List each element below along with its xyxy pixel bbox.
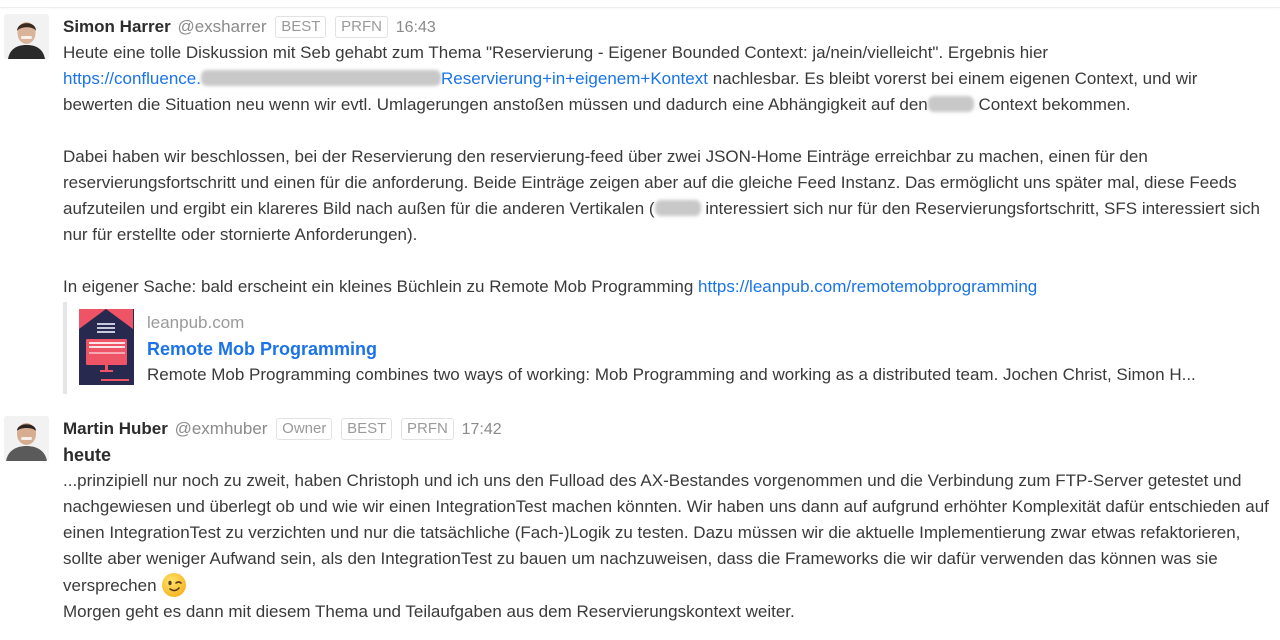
badge-owner: Owner xyxy=(276,418,333,440)
message-body: Heute eine tolle Diskussion mit Seb geha… xyxy=(63,40,1270,300)
badge-best: BEST xyxy=(341,418,393,440)
message-content: Martin Huber @exmhuber Owner BEST PRFN 1… xyxy=(63,416,1270,625)
badge-prfn: PRFN xyxy=(335,16,388,38)
message-heading: heute xyxy=(63,445,112,465)
message-body: ...prinzipiell nur noch zu zweit, haben … xyxy=(63,468,1270,625)
author-name[interactable]: Simon Harrer xyxy=(63,17,171,36)
redacted-text xyxy=(927,96,974,112)
person-avatar-icon xyxy=(4,14,49,59)
person-avatar-icon xyxy=(4,416,49,461)
paragraph: ...prinzipiell nur noch zu zweit, haben … xyxy=(63,468,1270,599)
badge-best: BEST xyxy=(275,16,327,38)
text: Context bekommen. xyxy=(973,95,1131,114)
preview-title[interactable]: Remote Mob Programming xyxy=(147,338,377,360)
message-content: Simon Harrer @exsharrer BEST PRFN 16:43 … xyxy=(63,14,1270,394)
avatar[interactable] xyxy=(4,14,49,59)
redacted-text xyxy=(200,70,441,86)
avatar[interactable] xyxy=(4,416,49,461)
preview-description: Remote Mob Programming combines two ways… xyxy=(147,365,1196,384)
badge-prfn: PRFN xyxy=(401,418,454,440)
message-header: Simon Harrer @exsharrer BEST PRFN 16:43 xyxy=(63,14,1270,40)
message-header: Martin Huber @exmhuber Owner BEST PRFN 1… xyxy=(63,416,1270,442)
top-bar xyxy=(0,0,1280,8)
confluence-link[interactable]: https://confluence. Reservierung+in+eigen… xyxy=(63,69,708,88)
author-handle[interactable]: @exsharrer xyxy=(177,17,266,36)
paragraph: Morgen geht es dann mit diesem Thema und… xyxy=(63,602,795,621)
redacted-text xyxy=(654,200,701,216)
paragraph: Dabei haben wir beschlossen, bei der Res… xyxy=(63,144,1270,248)
paragraph: Heute eine tolle Diskussion mit Seb geha… xyxy=(63,40,1270,118)
link-preview[interactable]: leanpub.com Remote Mob Programming Remot… xyxy=(63,302,1270,394)
text: ...prinzipiell nur noch zu zweit, haben … xyxy=(63,471,1269,595)
timestamp[interactable]: 17:42 xyxy=(462,421,502,438)
text: Heute eine tolle Diskussion mit Seb geha… xyxy=(63,43,1049,62)
author-handle[interactable]: @exmhuber xyxy=(175,419,268,438)
preview-site: leanpub.com xyxy=(147,313,245,332)
text: In eigener Sache: bald erscheint ein kle… xyxy=(63,277,699,296)
leanpub-link[interactable]: https://leanpub.com/remotemobprogramming xyxy=(698,277,1037,296)
book-cover-icon[interactable] xyxy=(79,309,134,385)
author-name[interactable]: Martin Huber xyxy=(63,419,168,438)
timestamp[interactable]: 16:43 xyxy=(396,19,436,36)
winking-face-icon xyxy=(161,573,186,597)
paragraph: In eigener Sache: bald erscheint ein kle… xyxy=(63,274,1270,300)
